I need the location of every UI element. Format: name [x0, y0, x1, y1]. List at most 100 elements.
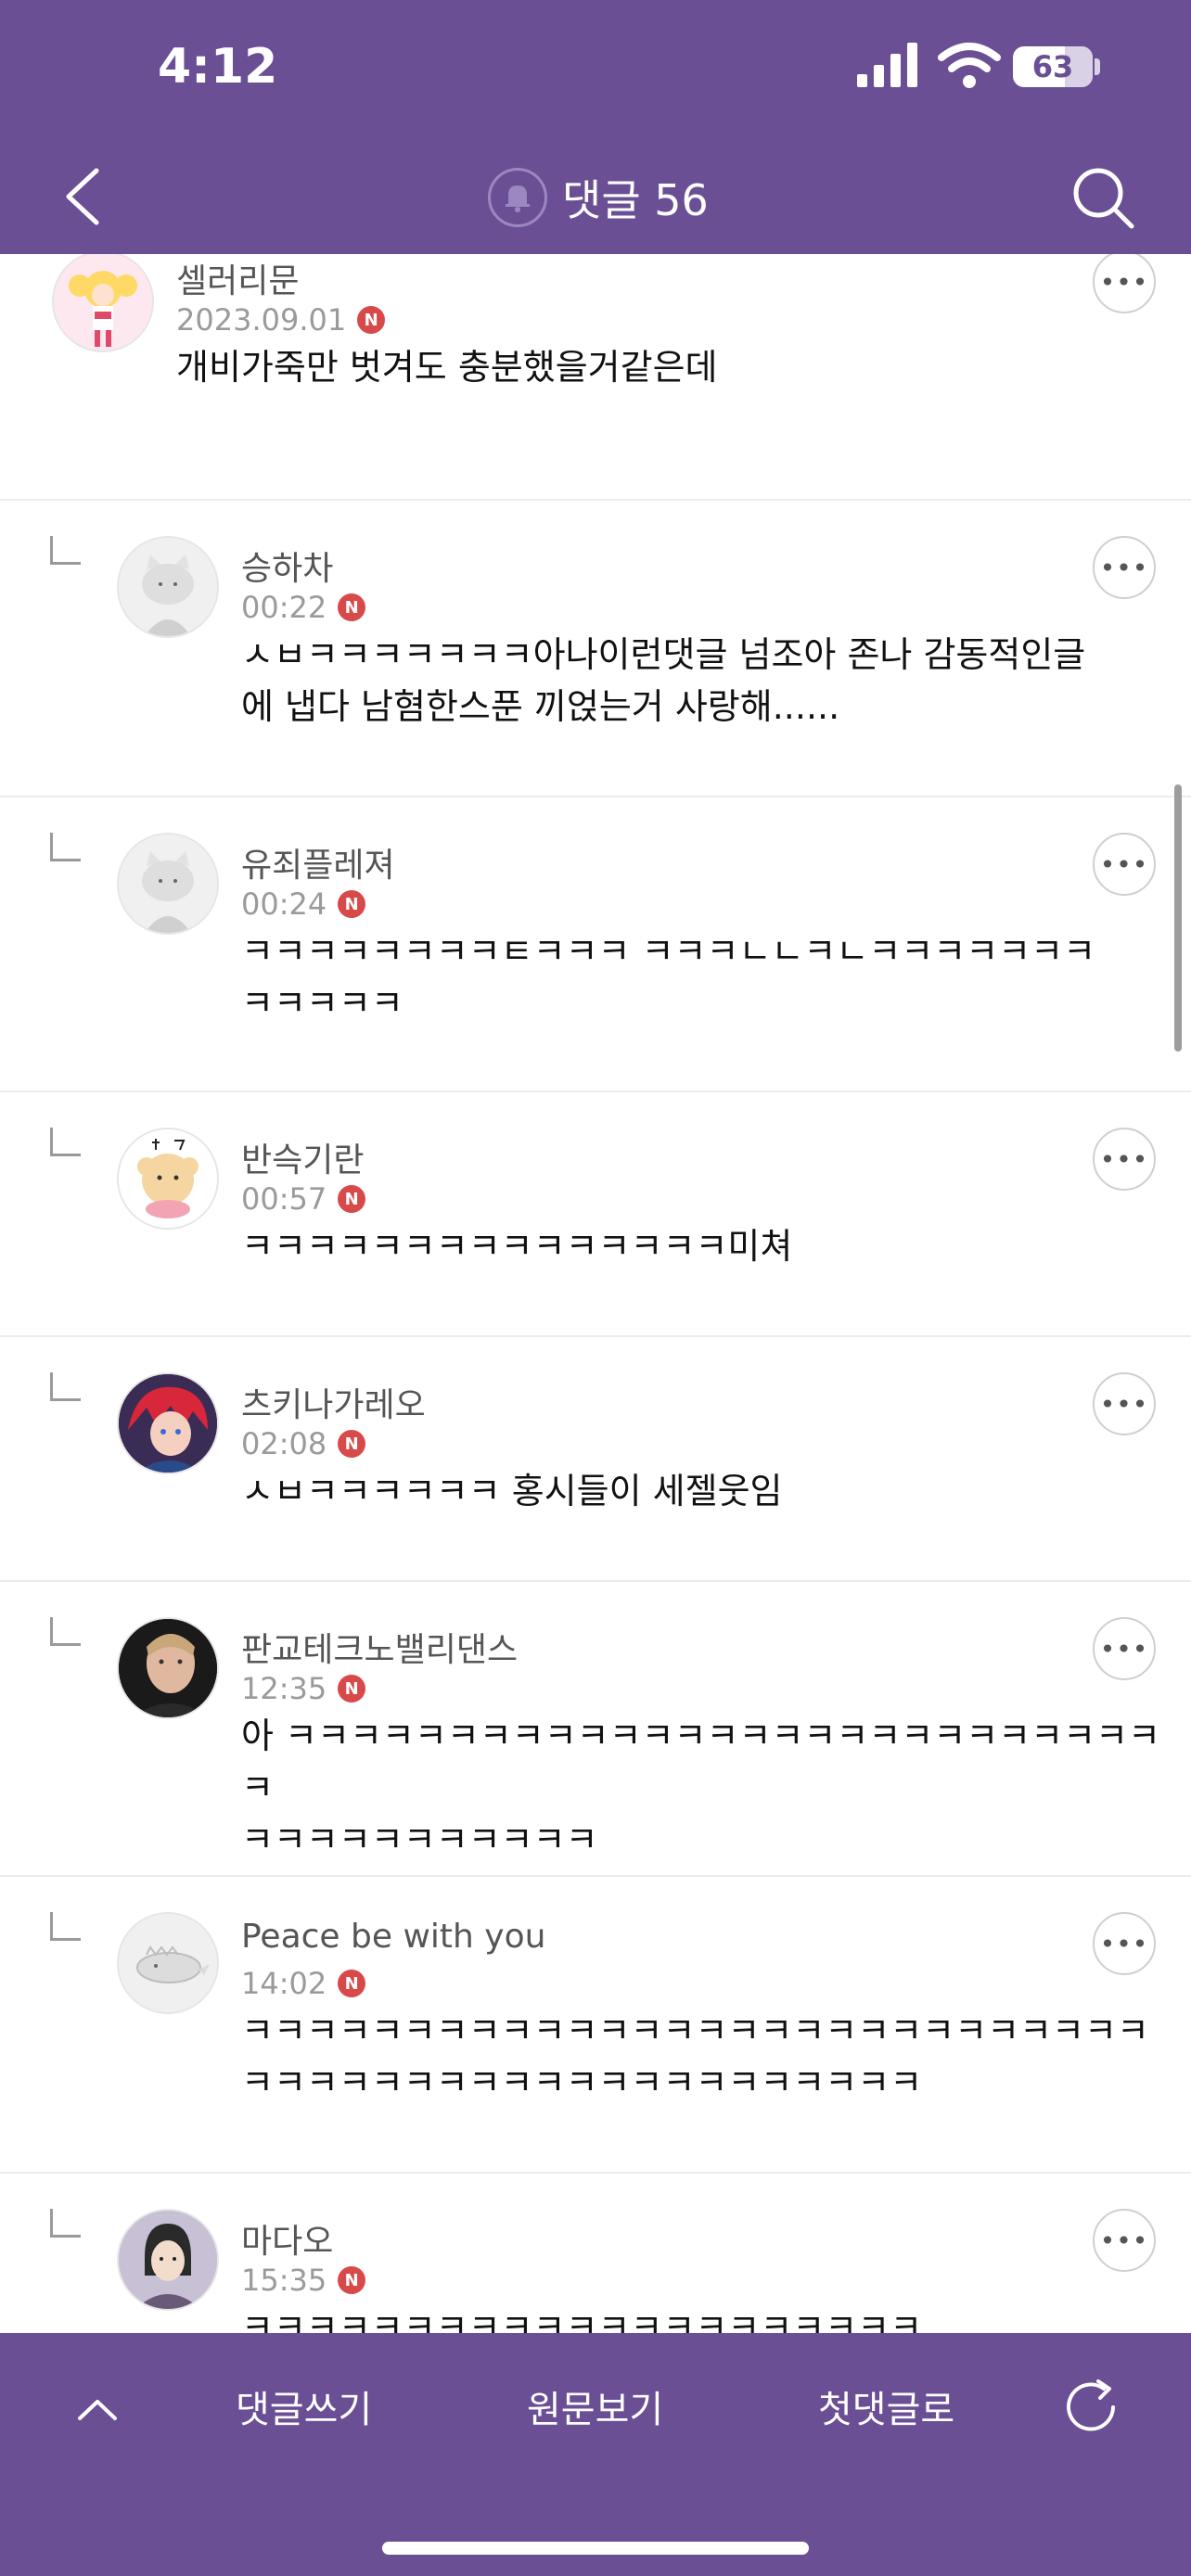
comment-date: 00:22	[241, 590, 327, 625]
comment-item: Peace be with you 14:02 N ㅋㅋㅋㅋㅋㅋㅋㅋㅋㅋㅋㅋㅋㅋ…	[0, 1875, 1191, 2174]
view-original-button[interactable]: 원문보기	[527, 2379, 663, 2433]
comment-item: 판교테크노밸리댄스 12:35 N 아 ㅋㅋㅋㅋㅋㅋㅋㅋㅋㅋㅋㅋㅋㅋㅋㅋㅋㅋㅋㅋ…	[0, 1580, 1191, 1877]
battery-cap	[1095, 58, 1100, 75]
comment-text: ㅅㅂㅋㅋㅋㅋㅋㅋ 홍시들이 세젤웃임	[241, 1465, 783, 1517]
comment-line: 에 냅다 남혐한스푼 끼얹는거 사랑해......	[241, 686, 840, 727]
search-icon[interactable]	[1067, 158, 1141, 236]
comment-line: ㅋㅋㅋㅋㅋㅋㅋㅋㅋㅋㅋㅋㅋㅋㅋㅋㅋㅋㅋㅋㅋㅋㅋㅋㅋㅋㅋㅋ	[241, 2010, 1149, 2051]
refresh-icon[interactable]	[1057, 2372, 1128, 2442]
comment-author[interactable]: 마다오	[241, 2214, 333, 2263]
more-button[interactable]: •••	[1093, 833, 1156, 896]
comment-text: ㅋㅋㅋㅋㅋㅋㅋㅋㅋㅋㅋㅋㅋㅋㅋㅋㅋㅋㅋㅋㅋ	[241, 2302, 922, 2333]
comment-list[interactable]: 셀러리문 2023.09.01 N 개비가죽만 벗겨도 충분했을거같은데 •••…	[0, 254, 1191, 2333]
comment-date: 00:24	[241, 886, 327, 922]
battery-indicator: 63	[1013, 46, 1093, 87]
more-button[interactable]: •••	[1093, 1372, 1156, 1435]
comment-item: 유죄플레져 00:24 N ㅋㅋㅋㅋㅋㅋㅋㅋㅌㅋㅋㅋ ㅋㅋㅋㄴㄴㅋㄴㅋㅋㅋㅋㅋㅋ…	[0, 796, 1191, 1092]
comment-text: ㅋㅋㅋㅋㅋㅋㅋㅋㅋㅋㅋㅋㅋㅋㅋㅋㅋㅋㅋㅋㅋㅋㅋㅋㅋㅋㅋㅋ ㅋㅋㅋㅋㅋㅋㅋㅋㅋㅋㅋ…	[241, 2005, 1149, 2109]
comment-meta: 00:57 N	[241, 1181, 366, 1217]
home-indicator	[382, 2542, 809, 2555]
comment-meta: 02:08 N	[241, 1426, 366, 1461]
comment-text: ㅋㅋㅋㅋㅋㅋㅋㅋㅌㅋㅋㅋ ㅋㅋㅋㄴㄴㅋㄴㅋㅋㅋㅋㅋㅋㅋ ㅋㅋㅋㅋㅋ	[241, 925, 1095, 1029]
nav-bar: 댓글 56	[0, 139, 1191, 254]
more-button[interactable]: •••	[1093, 254, 1156, 313]
comment-line: ㅋㅋㅋㅋㅋㅋㅋㅋㅋㅋㅋ	[241, 1819, 598, 1860]
comment-text: ㅋㅋㅋㅋㅋㅋㅋㅋㅋㅋㅋㅋㅋㅋㅋ미쳐	[241, 1220, 792, 1272]
wifi-icon	[938, 43, 1001, 88]
new-badge: N	[338, 2266, 366, 2294]
reply-indicator	[50, 1372, 81, 1401]
comment-line: ㅋㅋㅋㅋㅋㅋㅋㅋㅋㅋㅋㅋㅋㅋㅋ미쳐	[241, 1226, 793, 1267]
comment-author[interactable]: 반슥기란	[241, 1133, 364, 1181]
comment-line: ㅅㅂㅋㅋㅋㅋㅋㅋ 홍시들이 세젤웃임	[241, 1471, 783, 1511]
comment-date: 14:02	[241, 1966, 327, 2001]
battery-level: 63	[1031, 49, 1074, 84]
comment-line: ㅋㅋㅋㅋㅋㅋㅋㅋㅌㅋㅋㅋ ㅋㅋㅋㄴㄴㅋㄴㅋㅋㅋㅋㅋㅋㅋ	[241, 931, 1096, 972]
reply-indicator	[50, 536, 81, 565]
comment-date: 00:57	[241, 1181, 327, 1217]
new-badge: N	[338, 1430, 366, 1458]
avatar[interactable]	[117, 1617, 219, 1719]
comment-author[interactable]: 유죄플레져	[241, 838, 395, 886]
comment-author[interactable]: 츠키나가레오	[241, 1378, 426, 1426]
comment-meta: 00:22 N	[241, 590, 366, 625]
reply-indicator	[50, 1128, 81, 1156]
avatar[interactable]	[117, 833, 219, 935]
avatar[interactable]	[117, 1128, 219, 1230]
comment-text: ㅅㅂㅋㅋㅋㅋㅋㅋㅋ아나이런댓글 넘조아 존나 감동적인글 에 냅다 남혐한스푼 …	[241, 629, 1085, 733]
reply-indicator	[50, 833, 81, 861]
new-badge: N	[338, 1675, 366, 1702]
comment-line: 아 ㅋㅋㅋㅋㅋㅋㅋㅋㅋㅋㅋㅋㅋㅋㅋㅋㅋㅋㅋㅋㅋㅋㅋㅋㅋㅋㅋㅋ	[241, 1715, 1160, 1808]
chevron-up-icon[interactable]	[72, 2385, 122, 2435]
avatar[interactable]	[117, 536, 219, 638]
cellular-signal-icon	[857, 43, 917, 87]
status-time: 4:12	[158, 39, 278, 95]
write-comment-button[interactable]: 댓글쓰기	[236, 2379, 372, 2433]
new-badge: N	[338, 890, 366, 918]
reply-indicator	[50, 2209, 81, 2238]
new-badge: N	[338, 593, 366, 621]
avatar[interactable]	[52, 254, 154, 352]
more-button[interactable]: •••	[1093, 1912, 1156, 1975]
comment-date: 15:35	[241, 2263, 327, 2298]
comment-line: 개비가죽만 벗겨도 충분했을거같은데	[176, 347, 718, 388]
comment-item: 츠키나가레오 02:08 N ㅅㅂㅋㅋㅋㅋㅋㅋ 홍시들이 세젤웃임 •••	[0, 1335, 1191, 1582]
more-button[interactable]: •••	[1093, 1128, 1156, 1191]
comment-item: 마다오 15:35 N ㅋㅋㅋㅋㅋㅋㅋㅋㅋㅋㅋㅋㅋㅋㅋㅋㅋㅋㅋㅋㅋ •••	[0, 2172, 1191, 2333]
page-title: 댓글 56	[562, 175, 709, 225]
more-button[interactable]: •••	[1093, 1617, 1156, 1680]
comment-meta: 2023.09.01 N	[176, 302, 386, 338]
bottom-toolbar: 댓글쓰기 원문보기 첫댓글로	[0, 2333, 1191, 2576]
comment-meta: 15:35 N	[241, 2263, 366, 2298]
avatar[interactable]	[117, 1372, 219, 1474]
comment-line: ㅅㅂㅋㅋㅋㅋㅋㅋㅋ아나이런댓글 넘조아 존나 감동적인글	[241, 634, 1086, 675]
comment-author[interactable]: 셀러리문	[176, 254, 299, 302]
scrollbar[interactable]	[1174, 784, 1182, 1052]
avatar[interactable]	[117, 1912, 219, 2014]
comment-item: 승하차 00:22 N ㅅㅂㅋㅋㅋㅋㅋㅋㅋ아나이런댓글 넘조아 존나 감동적인글…	[0, 499, 1191, 797]
comment-meta: 12:35 N	[241, 1671, 366, 1706]
comment-meta: 00:24 N	[241, 886, 366, 922]
bell-icon[interactable]	[488, 168, 547, 227]
comment-line: ㅋㅋㅋㅋㅋ	[241, 983, 403, 1024]
reply-indicator	[50, 1912, 81, 1941]
first-comment-button[interactable]: 첫댓글로	[818, 2379, 954, 2433]
comment-date: 12:35	[241, 1671, 327, 1706]
nav-title-group[interactable]: 댓글 56	[488, 165, 709, 230]
more-button[interactable]: •••	[1093, 2209, 1156, 2272]
comment-author[interactable]: 판교테크노밸리댄스	[241, 1623, 518, 1671]
chevron-left-icon[interactable]	[56, 158, 121, 236]
comment-date: 2023.09.01	[176, 302, 347, 338]
avatar[interactable]	[117, 2209, 219, 2311]
comment-text: 개비가죽만 벗겨도 충분했을거같은데	[176, 341, 718, 393]
more-button[interactable]: •••	[1093, 536, 1156, 599]
comment-author[interactable]: Peace be with you	[241, 1918, 545, 1956]
comment-item: 반슥기란 00:57 N ㅋㅋㅋㅋㅋㅋㅋㅋㅋㅋㅋㅋㅋㅋㅋ미쳐 •••	[0, 1090, 1191, 1337]
new-badge: N	[338, 1185, 366, 1213]
reply-indicator	[50, 1617, 81, 1646]
comment-meta: 14:02 N	[241, 1966, 366, 2001]
comment-author[interactable]: 승하차	[241, 542, 333, 590]
comment-item: 셀러리문 2023.09.01 N 개비가죽만 벗겨도 충분했을거같은데 •••	[0, 254, 1191, 501]
comment-text: 아 ㅋㅋㅋㅋㅋㅋㅋㅋㅋㅋㅋㅋㅋㅋㅋㅋㅋㅋㅋㅋㅋㅋㅋㅋㅋㅋㅋㅋ ㅋㅋㅋㅋㅋㅋㅋㅋㅋ…	[241, 1710, 1191, 1866]
comment-date: 02:08	[241, 1426, 327, 1461]
